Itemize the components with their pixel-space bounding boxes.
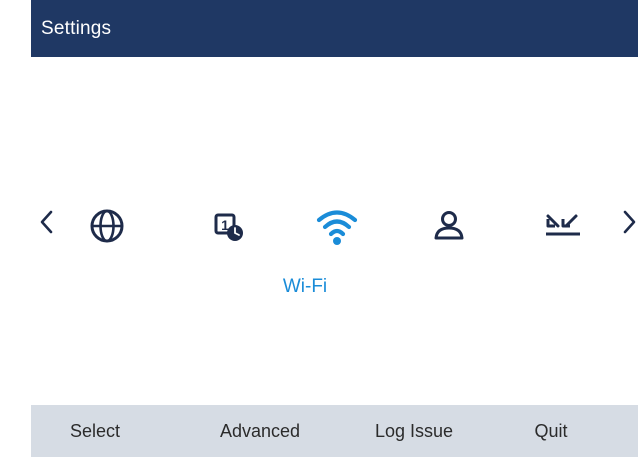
chevron-right-icon bbox=[623, 210, 636, 234]
user-icon bbox=[434, 211, 464, 240]
call-timer-settings-item[interactable]: 1 bbox=[205, 202, 253, 250]
chevron-left-icon bbox=[40, 210, 53, 234]
advanced-softkey[interactable]: Advanced bbox=[195, 405, 325, 457]
page-title: Settings bbox=[41, 18, 112, 39]
previous-arrow-button[interactable] bbox=[35, 207, 57, 237]
next-arrow-button[interactable] bbox=[619, 207, 638, 237]
header-bar: Settings bbox=[31, 0, 638, 57]
log-issue-softkey[interactable]: Log Issue bbox=[354, 405, 474, 457]
softkey-bar: Select Advanced Log Issue Quit bbox=[31, 405, 638, 457]
settings-carousel: 1 bbox=[31, 195, 638, 265]
select-softkey[interactable]: Select bbox=[45, 405, 145, 457]
quit-softkey[interactable]: Quit bbox=[511, 405, 591, 457]
globe-icon bbox=[90, 209, 124, 243]
user-settings-item[interactable] bbox=[425, 202, 473, 250]
wifi-settings-item[interactable] bbox=[313, 202, 361, 250]
call-diversion-settings-item[interactable] bbox=[539, 202, 587, 250]
selected-item-label: Wi-Fi bbox=[282, 276, 328, 297]
call-timer-icon: 1 bbox=[214, 213, 243, 241]
globe-settings-item[interactable] bbox=[83, 202, 131, 250]
wifi-icon bbox=[316, 210, 358, 245]
call-diversion-icon bbox=[546, 214, 580, 236]
